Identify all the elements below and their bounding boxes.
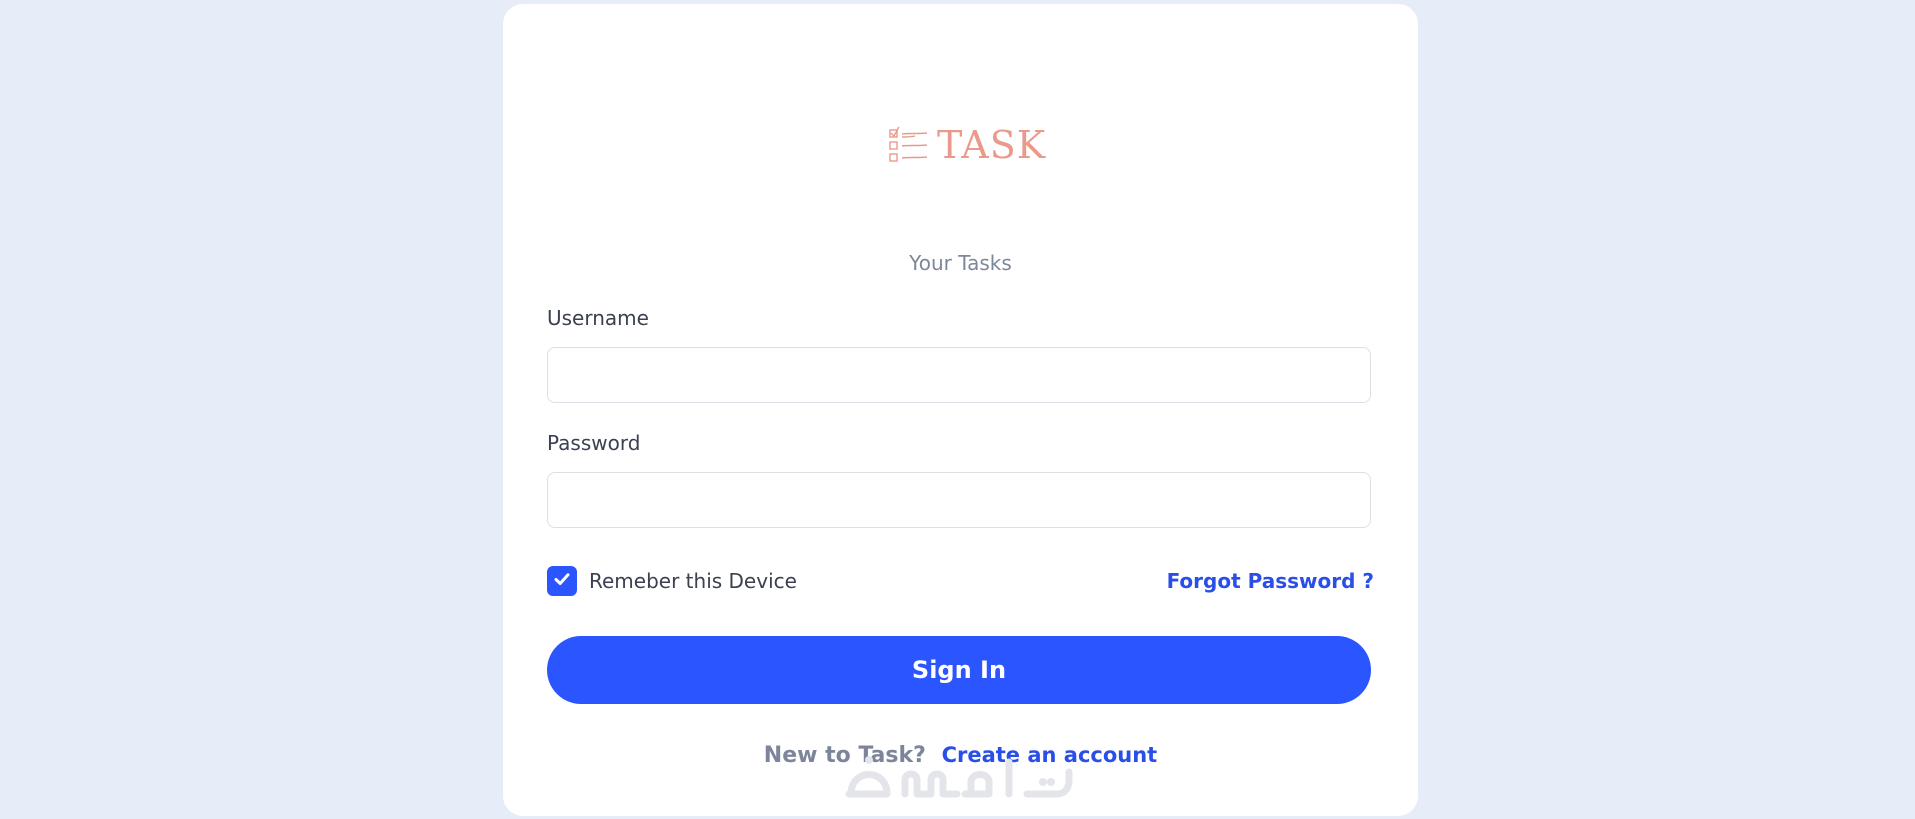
checklist-icon bbox=[887, 124, 929, 166]
sign-in-button[interactable]: Sign In bbox=[547, 636, 1371, 704]
new-user-text: New to Task? bbox=[763, 743, 926, 768]
forgot-password-link[interactable]: Forgot Password ? bbox=[1167, 569, 1374, 593]
logo-text: TASK bbox=[937, 123, 1047, 167]
remember-device-label: Remeber this Device bbox=[589, 569, 797, 593]
signup-prompt: New to Task? Create an account bbox=[503, 743, 1418, 768]
create-account-link[interactable]: Create an account bbox=[942, 743, 1158, 767]
login-card: TASK Your Tasks Username Password Remebe… bbox=[503, 4, 1418, 816]
page-subtitle: Your Tasks bbox=[909, 251, 1012, 275]
password-input[interactable] bbox=[547, 472, 1371, 528]
remember-device-toggle[interactable]: Remeber this Device bbox=[547, 566, 797, 596]
username-input[interactable] bbox=[547, 347, 1371, 403]
username-label: Username bbox=[547, 306, 649, 330]
logo: TASK bbox=[887, 124, 1046, 166]
password-label: Password bbox=[547, 431, 641, 455]
checkmark-icon bbox=[553, 570, 571, 592]
remember-device-checkbox[interactable] bbox=[547, 566, 577, 596]
